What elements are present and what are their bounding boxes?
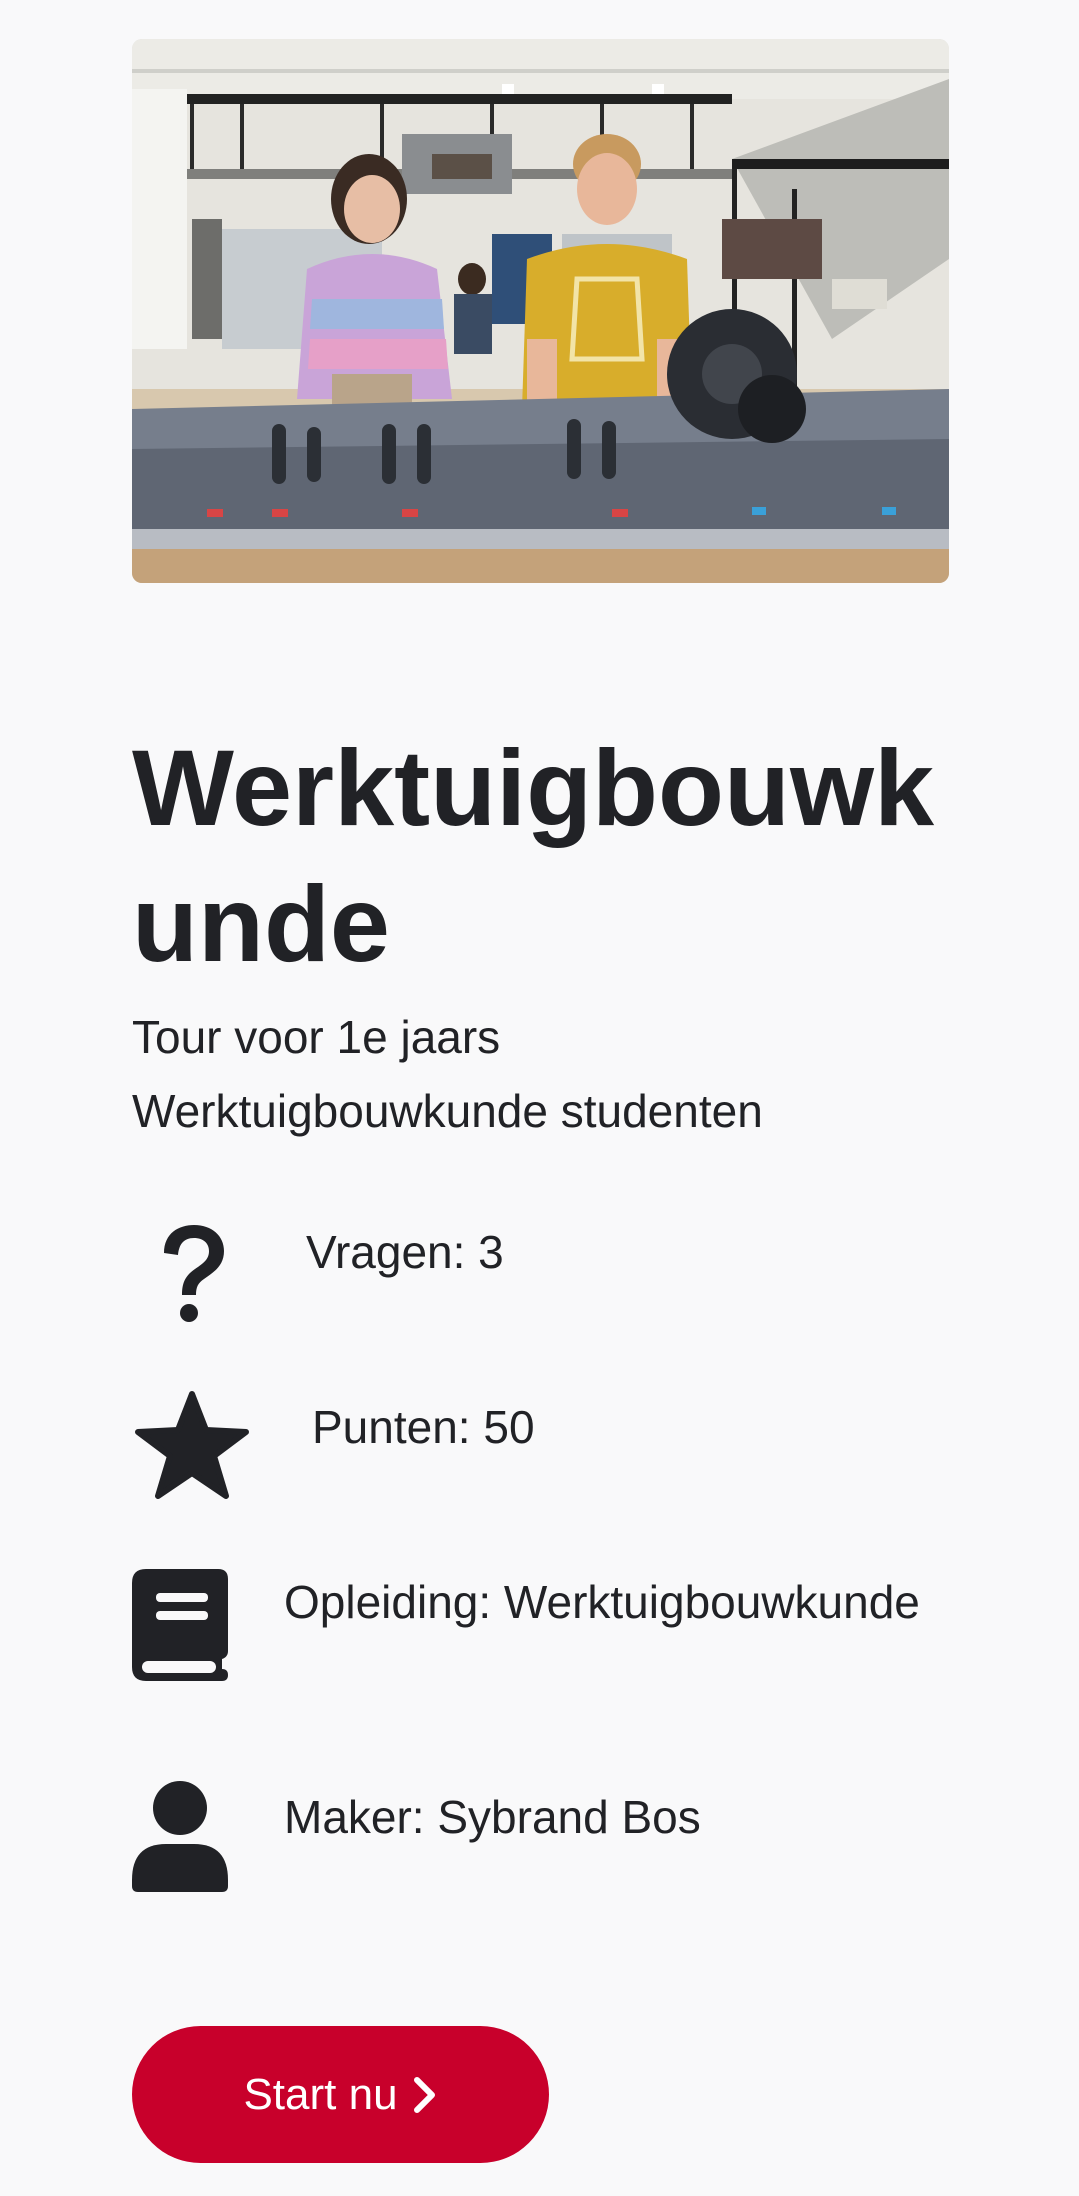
star-icon (134, 1390, 250, 1502)
tour-title: Werktuigbouwkunde (132, 727, 935, 984)
question-mark-icon (154, 1223, 230, 1323)
user-icon (132, 1780, 228, 1892)
maker-name: Maker: Sybrand Bos (284, 1791, 701, 1843)
start-button[interactable]: Start nu (132, 2026, 549, 2163)
tour-description: Tour voor 1e jaars Werktuigbouwkunde stu… (132, 1011, 763, 1137)
questions-count: Vragen: 3 (306, 1226, 504, 1278)
maker-info: Maker: Sybrand Bos (132, 1780, 952, 1895)
points-count: Punten: 50 (312, 1401, 535, 1453)
points-info: Punten: 50 (132, 1390, 952, 1510)
questions-info: Vragen: 3 (132, 1215, 952, 1325)
start-button-label: Start nu (243, 2069, 398, 2119)
program-info: Opleiding: Werktuigbouwkunde (132, 1565, 952, 1715)
program-name: Opleiding: Werktuigbouwkunde (284, 1576, 920, 1628)
chevron-right-icon (412, 2076, 438, 2114)
workshop-photo-illustration (132, 39, 949, 583)
hero-photo (132, 39, 949, 583)
book-icon (132, 1569, 228, 1681)
